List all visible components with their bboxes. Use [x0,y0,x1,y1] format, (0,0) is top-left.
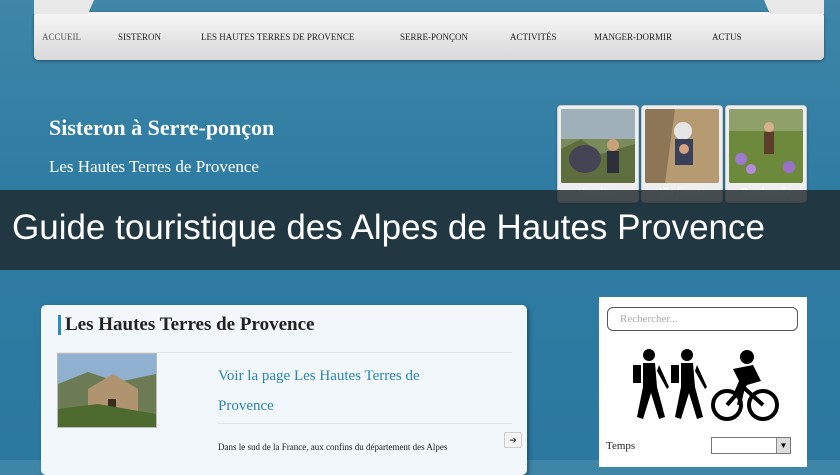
nav-ear-left [34,0,94,14]
nav-item-sisteron[interactable]: SISTERON [118,32,161,42]
nav-item-activites[interactable]: ACTIVITÉS [510,32,557,42]
divider [218,423,512,424]
article-excerpt: Dans le sud de la France, aux confins du… [218,442,448,452]
nav-item-accueil[interactable]: ACCUEIL [42,32,81,42]
main-panel: Les Hautes Terres de Provence Voir la pa… [41,305,527,475]
nav-item-actus[interactable]: ACTUS [712,32,742,42]
panel-accent-bar [58,315,61,335]
hiking-cycling-icon [633,349,779,421]
nav-item-manger-dormir[interactable]: MANGER-DORMIR [594,32,672,42]
banner: Guide touristique des Alpes de Hautes Pr… [0,190,840,270]
top-navigation: ACCUEIL SISTERON LES HAUTES TERRES DE PR… [34,0,824,60]
site-subtitle: Les Hautes Terres de Provence [49,157,259,176]
nav-item-serre-poncon[interactable]: SERRE-PONÇON [400,32,468,42]
via-ferrata-photo [645,109,719,183]
nav-item-hautes-terres[interactable]: LES HAUTES TERRES DE PROVENCE [201,32,354,42]
banner-text: Guide touristique des Alpes de Hautes Pr… [12,208,765,247]
thumbnail-randonnee[interactable]: Randonnée [725,105,807,203]
sidebar: Temps ▼ [599,297,807,467]
site-title[interactable]: Sisteron à Serre-ponçon [49,115,274,141]
randonnee-photo [729,109,803,183]
article-link[interactable]: Voir la page Les Hautes Terres de Proven… [218,361,478,421]
thumbnail-via-ferrata[interactable]: Via ferrata [641,105,723,203]
temps-select[interactable]: ▼ [711,437,791,454]
insolite-photo [561,109,635,183]
nav-ear-right [764,0,824,14]
search-input[interactable] [607,307,798,331]
temps-label: Temps [606,440,636,452]
panel-title: Les Hautes Terres de Provence [65,314,315,335]
chevron-down-icon: ▼ [776,438,790,453]
next-arrow-button[interactable]: ➜ [504,432,522,448]
article-photo[interactable] [57,353,157,428]
thumbnail-insolite[interactable]: Insolite [557,105,639,203]
